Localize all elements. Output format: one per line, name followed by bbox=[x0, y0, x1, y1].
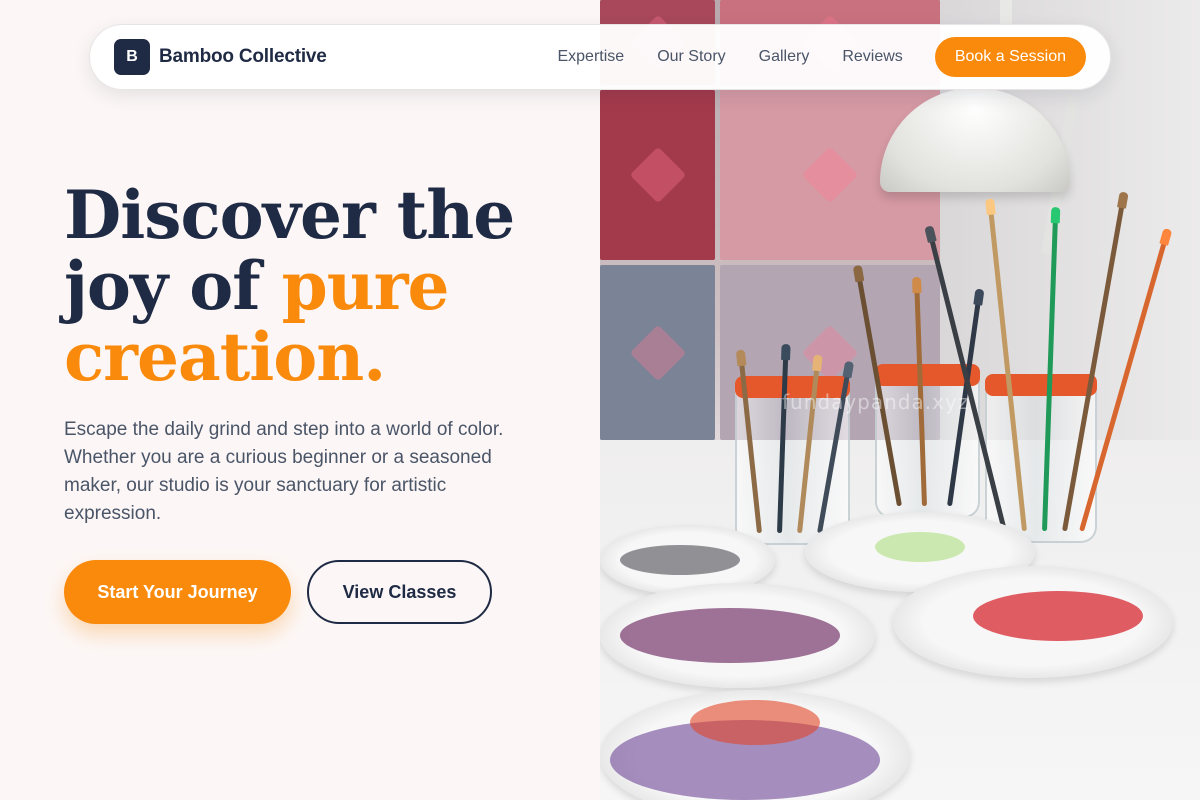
book-session-button[interactable]: Book a Session bbox=[934, 37, 1086, 77]
navbar: B Bamboo Collective Expertise Our Story … bbox=[89, 24, 1111, 90]
view-classes-button[interactable]: View Classes bbox=[307, 560, 492, 624]
brand-logo[interactable]: B Bamboo Collective bbox=[114, 39, 327, 75]
nav-link-expertise[interactable]: Expertise bbox=[557, 48, 624, 66]
paint-plate bbox=[893, 566, 1173, 678]
hero-subtext: Escape the daily grind and step into a w… bbox=[64, 419, 504, 524]
nav-link-reviews[interactable]: Reviews bbox=[842, 48, 902, 66]
paint-plate bbox=[600, 583, 875, 688]
brand-name: Bamboo Collective bbox=[159, 46, 327, 67]
hero-image: fundaypanda.xyz bbox=[600, 0, 1200, 800]
start-journey-button[interactable]: Start Your Journey bbox=[64, 560, 291, 624]
image-watermark: fundaypanda.xyz bbox=[782, 390, 970, 414]
hero-headline: Discover the joy of pure creation. bbox=[64, 180, 584, 393]
brush-jar bbox=[929, 205, 1167, 543]
brand-mark-icon: B bbox=[114, 39, 150, 75]
nav-link-gallery[interactable]: Gallery bbox=[759, 48, 810, 66]
nav-link-our-story[interactable]: Our Story bbox=[657, 48, 725, 66]
nav-links: Expertise Our Story Gallery Reviews Book… bbox=[557, 37, 1086, 77]
